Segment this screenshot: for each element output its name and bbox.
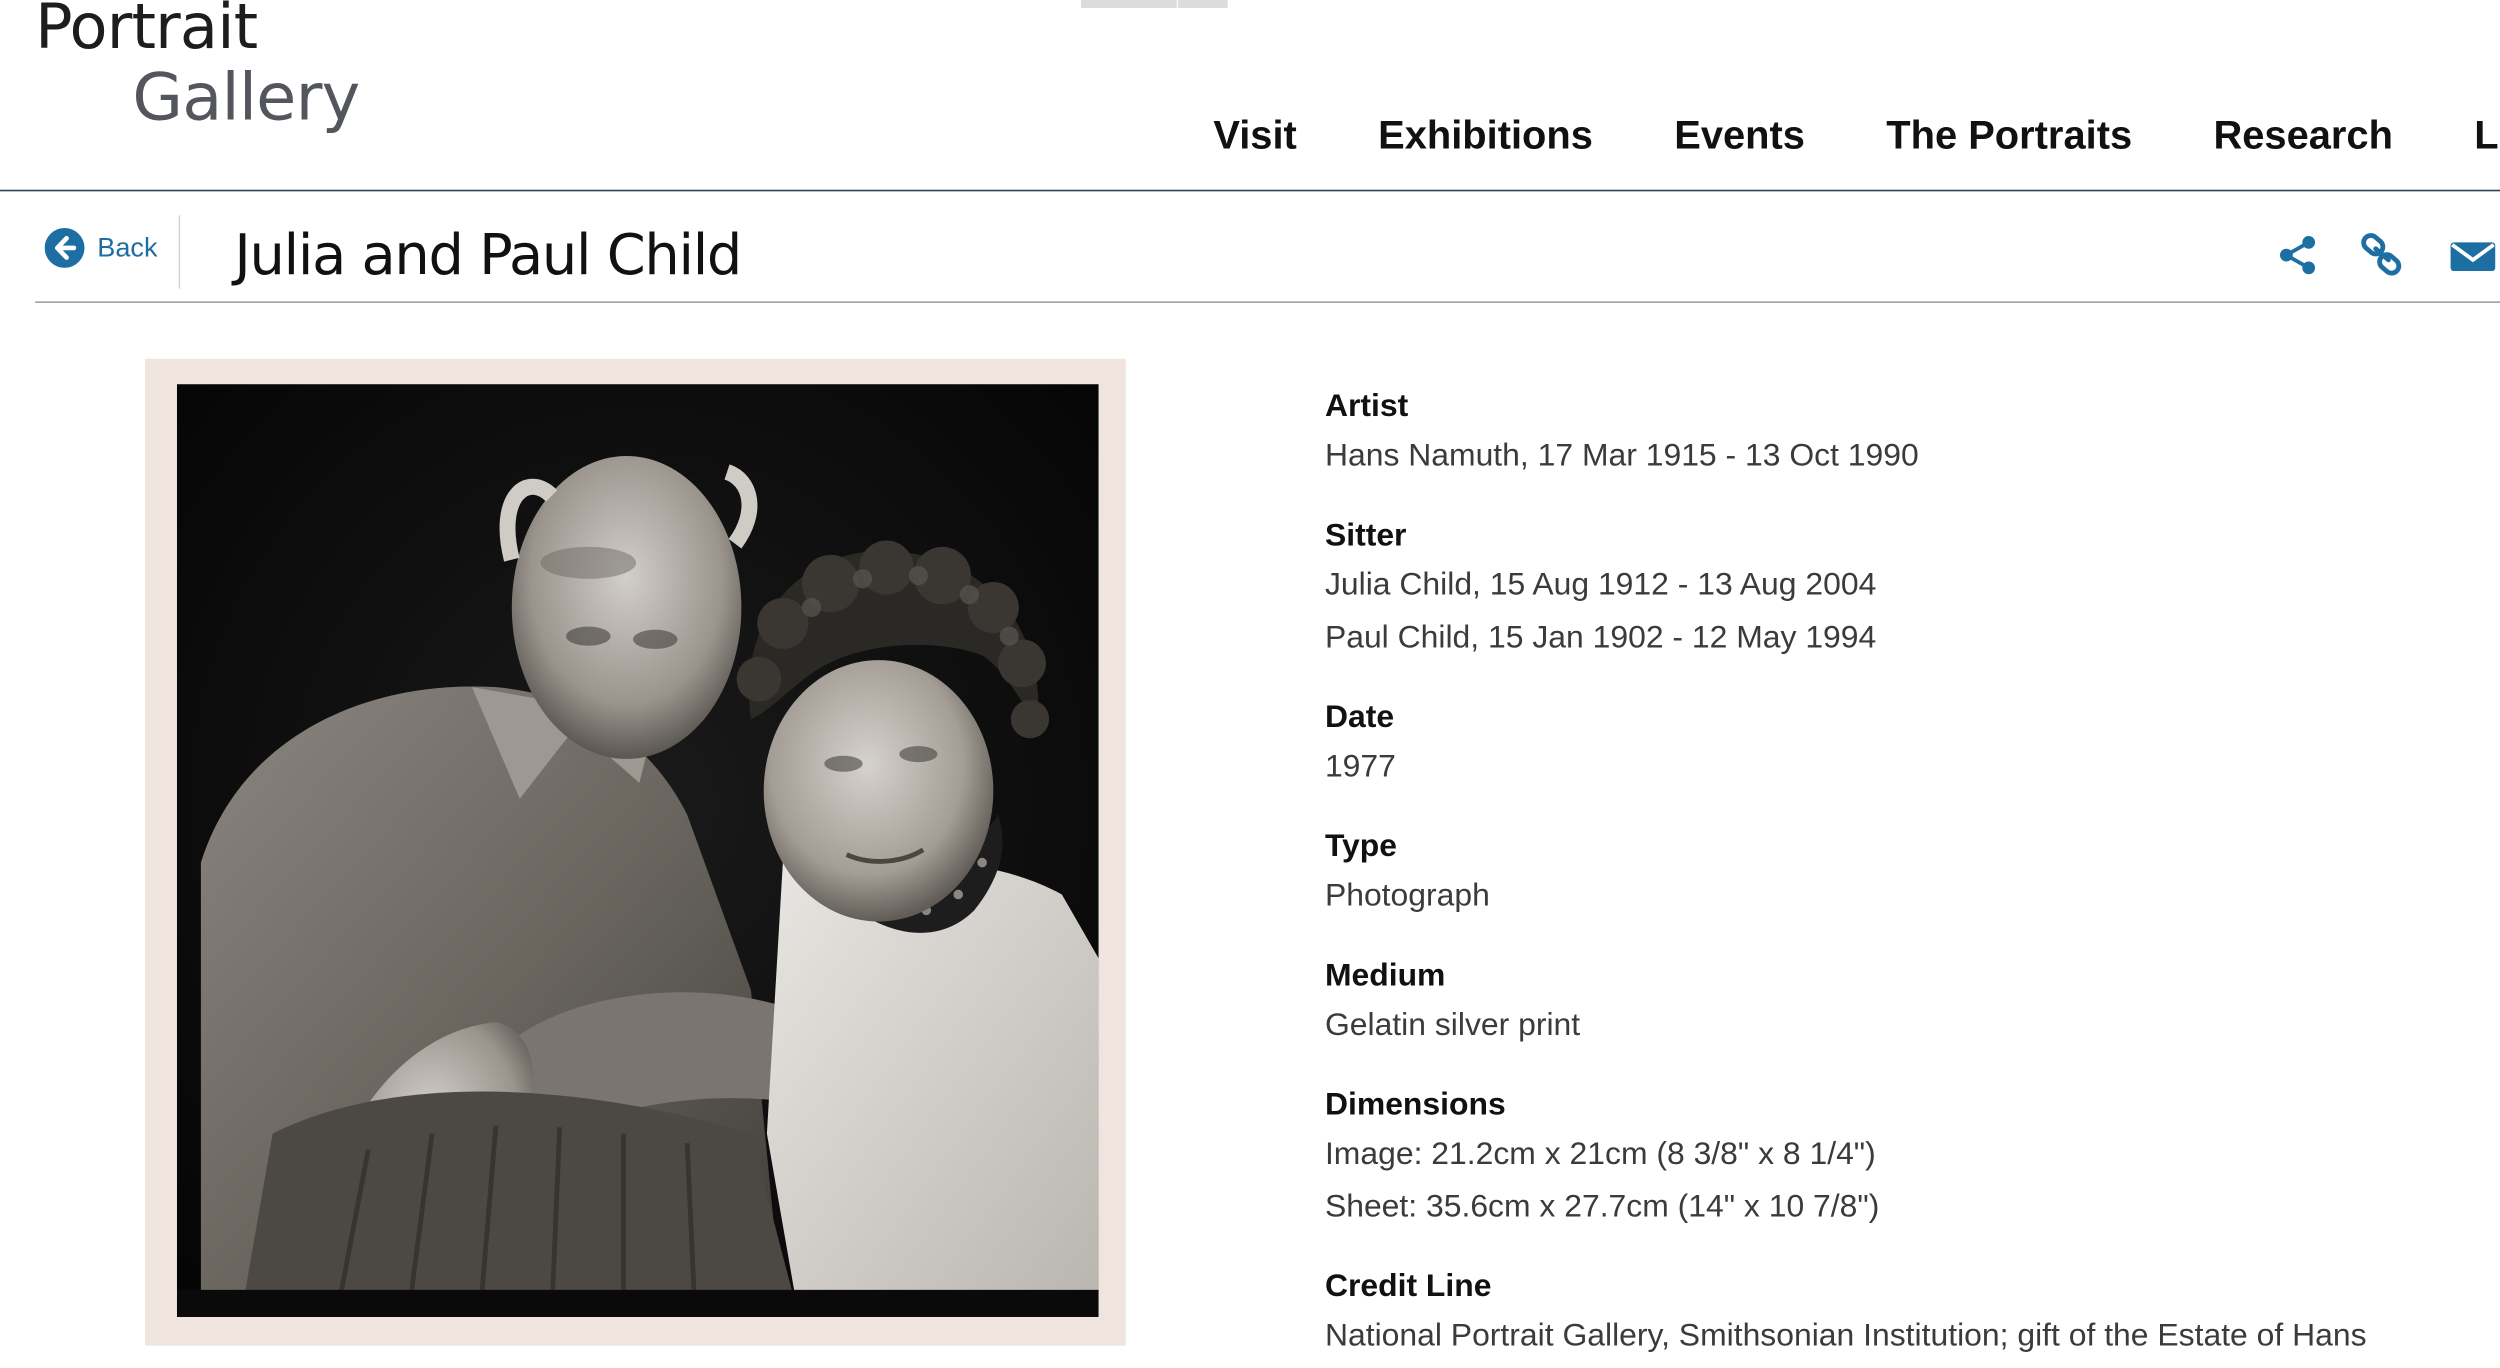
nav-item-the-portraits[interactable]: The Portraits xyxy=(1886,108,2132,165)
back-button[interactable]: Back xyxy=(44,227,158,268)
portrait-image xyxy=(176,384,1099,1317)
main-nav: Visit Exhibitions Events The Portraits R… xyxy=(1213,108,2500,165)
artist-link[interactable]: Hans Namuth, 17 Mar 1915 - 13 Oct 1990 xyxy=(1325,430,2500,483)
sitter-link-paul[interactable]: Paul Child, 15 Jan 1902 - 12 May 1994 xyxy=(1325,612,2500,665)
field-type: Type Photograph xyxy=(1325,823,2500,923)
field-label-medium: Medium xyxy=(1324,958,1446,994)
arrow-left-circle-icon xyxy=(44,227,85,268)
page-title: Julia and Paul Child xyxy=(234,224,742,289)
nav-item-visit[interactable]: Visit xyxy=(1213,108,1296,165)
header-divider xyxy=(0,189,2500,192)
field-label-date: Date xyxy=(1324,699,1395,736)
field-label-credit-line: Credit Line xyxy=(1324,1269,1492,1305)
portrait-print xyxy=(176,384,1099,1317)
sitter-link-julia[interactable]: Julia Child, 15 Aug 1912 - 13 Aug 2004 xyxy=(1325,560,2500,613)
field-dimensions: Dimensions Image: 21.2cm x 21cm (8 3/8" … xyxy=(1325,1081,2500,1234)
header-utility-tab[interactable] xyxy=(1081,0,1228,8)
field-value-sheet-size: Sheet: 35.6cm x 27.7cm (14" x 10 7/8") xyxy=(1324,1189,1880,1225)
field-value-date: 1977 xyxy=(1324,749,1396,785)
field-value-image-size: Image: 21.2cm x 21cm (8 3/8" x 8 1/4") xyxy=(1324,1136,1876,1172)
link-icon[interactable] xyxy=(2360,233,2405,278)
site-logo[interactable]: Portrait Gallery xyxy=(35,0,450,166)
nav-item-research[interactable]: Research xyxy=(2213,108,2392,165)
field-date: Date 1977 xyxy=(1325,694,2500,794)
nav-item-events[interactable]: Events xyxy=(1674,108,1805,165)
nav-item-exhibitions[interactable]: Exhibitions xyxy=(1378,108,1593,165)
subbar-bottom-divider xyxy=(35,301,2500,303)
field-value-type: Photograph xyxy=(1324,878,1490,914)
field-label-type: Type xyxy=(1324,829,1398,865)
field-credit-line: Credit Line National Portrait Gallery, S… xyxy=(1325,1263,2500,1363)
subbar-divider xyxy=(178,215,181,289)
field-value-credit-line: National Portrait Gallery, Smithsonian I… xyxy=(1324,1318,2367,1354)
email-icon[interactable] xyxy=(2449,233,2497,278)
page: Portrait Gallery Visit Exhibitions Event… xyxy=(0,0,2500,1368)
portrait-photo[interactable] xyxy=(145,358,1126,1346)
field-medium: Medium Gelatin silver print xyxy=(1325,952,2500,1052)
field-value-medium: Gelatin silver print xyxy=(1324,1007,1581,1043)
field-label-sitter: Sitter xyxy=(1324,518,1407,554)
object-metadata: Artist Hans Namuth, 17 Mar 1915 - 13 Oct… xyxy=(1325,383,2500,1368)
nav-item-truncated[interactable]: L xyxy=(2474,108,2498,165)
field-artist: Artist Hans Namuth, 17 Mar 1915 - 13 Oct… xyxy=(1325,383,2500,483)
field-sitter: Sitter Julia Child, 15 Aug 1912 - 13 Aug… xyxy=(1325,512,2500,665)
field-label-dimensions: Dimensions xyxy=(1324,1087,1506,1123)
back-label: Back xyxy=(97,232,158,264)
logo-line-gallery: Gallery xyxy=(132,58,360,136)
share-icon[interactable] xyxy=(2275,233,2320,278)
field-label-artist: Artist xyxy=(1324,389,1409,425)
